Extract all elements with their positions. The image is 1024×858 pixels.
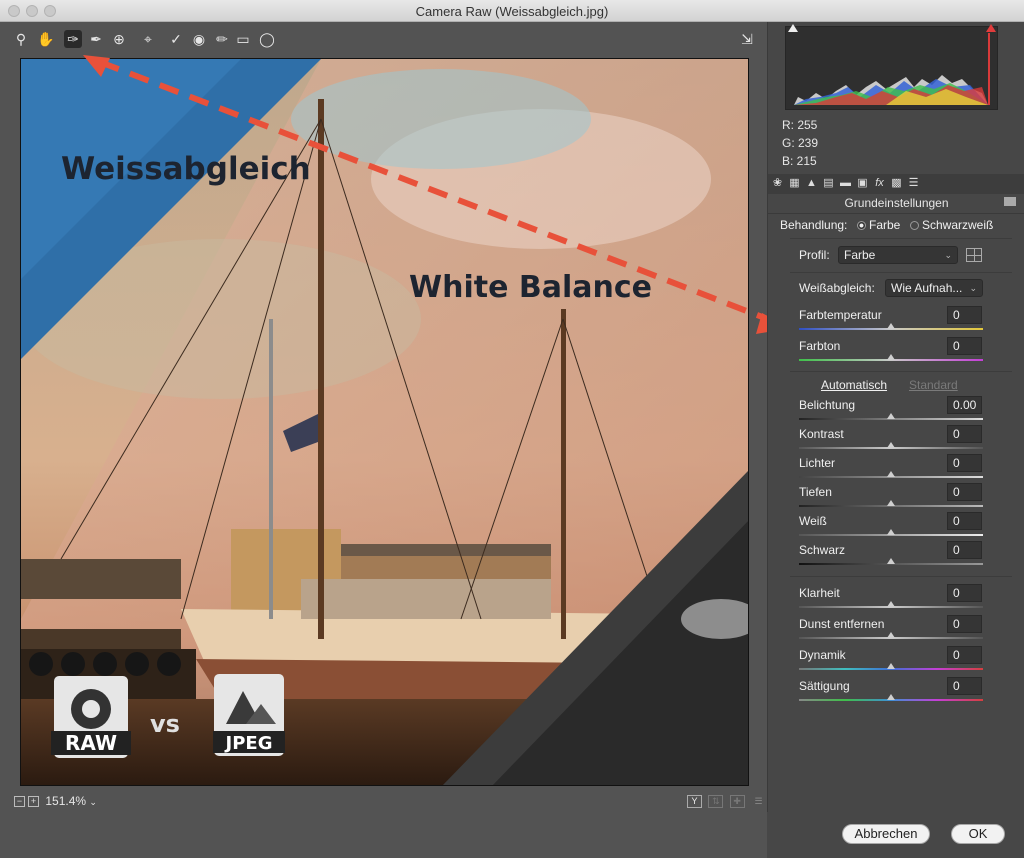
- default-tone-link[interactable]: Standard: [909, 378, 958, 392]
- slider-label: Lichter: [799, 456, 836, 470]
- slider-value-input[interactable]: 0.00: [947, 396, 982, 414]
- ok-button[interactable]: OK: [951, 824, 1005, 844]
- treatment-color-radio[interactable]: Farbe: [857, 218, 900, 232]
- slider-thumb[interactable]: [887, 442, 895, 448]
- slider-label: Tiefen: [799, 485, 832, 499]
- slider-value-input[interactable]: 0: [947, 646, 982, 664]
- slider-label: Belichtung: [799, 398, 856, 412]
- lens-corrections-tab-icon[interactable]: ▣: [855, 176, 870, 191]
- slider-thumb[interactable]: [887, 500, 895, 506]
- slider-thumb[interactable]: [887, 471, 895, 477]
- panel-tabs: ❀ ▦ ▲ ▤ ▬ ▣ fx ▩ ☰: [768, 174, 1024, 194]
- profile-select[interactable]: Farbe ⌄: [838, 246, 958, 264]
- slider-value-input[interactable]: 0: [947, 306, 982, 324]
- profile-label: Profil:: [799, 248, 830, 262]
- hsl-tab-icon[interactable]: ▤: [821, 176, 836, 191]
- effects-tab-icon[interactable]: fx: [872, 176, 887, 191]
- slider-value-input[interactable]: 0: [947, 337, 982, 355]
- slider-thumb[interactable]: [887, 601, 895, 607]
- slider-thumb[interactable]: [887, 323, 895, 329]
- slider-thumb[interactable]: [887, 558, 895, 564]
- treatment-bw-radio[interactable]: Schwarzweiß: [910, 218, 993, 232]
- readout-b: B: 215: [782, 154, 817, 168]
- slider-value-input[interactable]: 0: [947, 615, 982, 633]
- detail-tab-icon[interactable]: ▲: [804, 176, 819, 191]
- split-toning-tab-icon[interactable]: ▬: [838, 176, 853, 191]
- cancel-button[interactable]: Abbrechen: [842, 824, 930, 844]
- presets-tab-icon[interactable]: ☰: [906, 176, 921, 191]
- white-balance-select[interactable]: Wie Aufnah... ⌄: [885, 279, 983, 297]
- panel-title: Grundeinstellungen: [844, 196, 949, 210]
- dialog-footer: Abbrechen OK: [767, 812, 1024, 858]
- slider-value-input[interactable]: 0: [947, 512, 982, 530]
- slider-value-input[interactable]: 0: [947, 425, 982, 443]
- shadow-clipping-warning-icon[interactable]: [788, 24, 798, 32]
- slider-thumb[interactable]: [887, 529, 895, 535]
- settings-panel: R: 255 G: 239 B: 215 ❀ ▦ ▲ ▤ ▬ ▣ fx ▩ ☰ …: [767, 22, 1024, 812]
- slider-label: Schwarz: [799, 543, 846, 557]
- profile-browser-icon[interactable]: [966, 248, 982, 262]
- tone-curve-tab-icon[interactable]: ▦: [787, 176, 802, 191]
- slider-value-input[interactable]: 0: [947, 677, 982, 695]
- readout-r: R: 255: [782, 118, 818, 132]
- slider-label: Dunst entfernen: [799, 617, 885, 631]
- slider-thumb[interactable]: [887, 413, 895, 419]
- treatment-label: Behandlung:: [780, 218, 848, 232]
- slider-label: Dynamik: [799, 648, 846, 662]
- slider-thumb[interactable]: [887, 694, 895, 700]
- rgb-readout: R: 255 G: 239 B: 215: [782, 116, 818, 170]
- highlight-clipping-warning-icon[interactable]: [986, 24, 996, 32]
- readout-g: G: 239: [782, 136, 819, 150]
- slider-label: Sättigung: [799, 679, 850, 693]
- slider-value-input[interactable]: 0: [947, 483, 982, 501]
- slider-thumb[interactable]: [887, 663, 895, 669]
- slider-label: Farbtemperatur: [799, 308, 882, 322]
- histogram: [785, 26, 998, 110]
- wb-label: Weißabgleich:: [799, 281, 875, 295]
- slider-label: Kontrast: [799, 427, 844, 441]
- slider-value-input[interactable]: 0: [947, 541, 982, 559]
- slider-label: Weiß: [799, 514, 827, 528]
- panel-menu-icon[interactable]: [1004, 197, 1016, 206]
- camera-calibration-tab-icon[interactable]: ▩: [889, 176, 904, 191]
- slider-value-input[interactable]: 0: [947, 454, 982, 472]
- slider-label: Klarheit: [799, 586, 840, 600]
- slider-value-input[interactable]: 0: [947, 584, 982, 602]
- slider-thumb[interactable]: [887, 632, 895, 638]
- slider-thumb[interactable]: [887, 354, 895, 360]
- auto-tone-link[interactable]: Automatisch: [821, 378, 887, 392]
- basic-tab-icon[interactable]: ❀: [770, 176, 785, 191]
- slider-label: Farbton: [799, 339, 841, 353]
